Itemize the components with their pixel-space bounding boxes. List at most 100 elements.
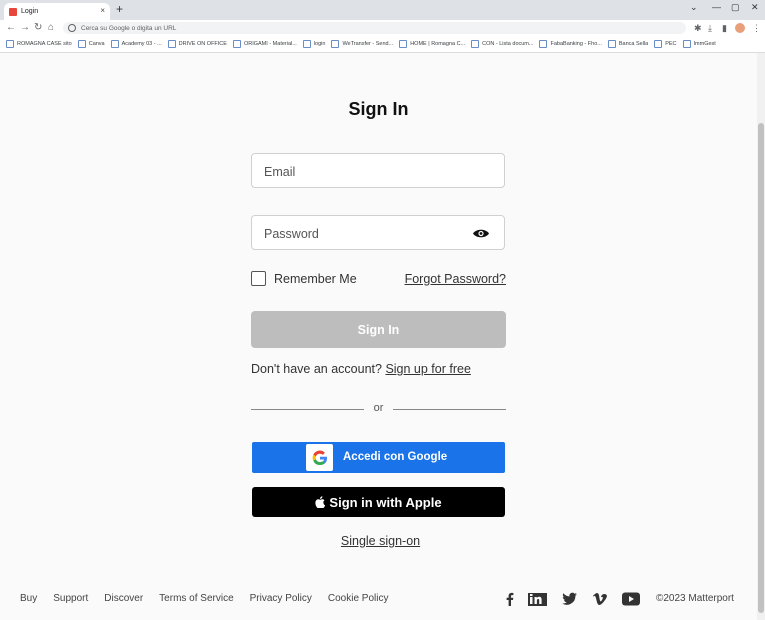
forgot-password-link[interactable]: Forgot Password? (405, 272, 506, 286)
footer-link-support[interactable]: Support (53, 593, 88, 604)
single-sign-on-link[interactable]: Single sign-on (0, 534, 761, 548)
google-search-icon (68, 24, 76, 32)
password-field[interactable]: Password (251, 215, 505, 250)
bookmark-label: ROMAGNA CASE sito (17, 41, 72, 47)
bookmark-label: Banca Sella (618, 41, 649, 47)
facebook-icon[interactable] (505, 591, 514, 607)
bookmark-label: CON - Lista docum... (482, 41, 534, 47)
footer-link-privacy[interactable]: Privacy Policy (250, 593, 312, 604)
close-window-icon[interactable]: ✕ (751, 2, 759, 13)
bookmark-item[interactable]: PEC (654, 40, 677, 48)
footer-links: Buy Support Discover Terms of Service Pr… (20, 593, 404, 604)
address-bar-row: ← → ↻ ⌂ Cerca su Google o digita un URL … (0, 20, 765, 36)
minimize-icon[interactable]: — (712, 2, 721, 12)
bookmark-item[interactable]: ImmGest (682, 40, 716, 48)
bookmark-icon (110, 40, 119, 48)
bookmark-item[interactable]: login (302, 40, 326, 48)
email-placeholder: Email (264, 165, 296, 179)
tab-favicon-icon (9, 7, 17, 16)
google-logo-icon (306, 444, 333, 471)
bookmark-icon (682, 40, 691, 48)
sign-in-button[interactable]: Sign In (251, 311, 506, 348)
bookmark-icon (654, 40, 663, 48)
sign-up-link[interactable]: Sign up for free (385, 362, 470, 376)
bookmark-icon (471, 40, 480, 48)
bookmark-item[interactable]: WeTransfer - Send... (331, 40, 393, 48)
footer-link-buy[interactable]: Buy (20, 593, 37, 604)
linkedin-icon[interactable] (528, 591, 547, 607)
youtube-icon[interactable] (622, 591, 640, 607)
apple-button-label: Sign in with Apple (329, 494, 442, 510)
bookmark-icon (6, 40, 14, 48)
tab-title: Login (21, 8, 39, 15)
bookmark-label: login (313, 41, 326, 47)
no-account-label: Don't have an account? (251, 362, 382, 376)
profile-avatar[interactable] (735, 23, 745, 33)
bookmark-item[interactable]: FabaBanking - Fho... (539, 40, 602, 48)
close-tab-icon[interactable]: × (100, 6, 105, 15)
bookmarks-bar: ROMAGNA CASE sito Canva Academy 03 - ... DR… (0, 36, 765, 53)
reload-icon[interactable]: ↻ (34, 22, 42, 33)
bookmark-item[interactable]: Academy 03 - ... (110, 40, 162, 48)
vimeo-icon[interactable] (593, 591, 607, 607)
email-field[interactable]: Email (251, 153, 505, 188)
remember-me[interactable]: Remember Me (251, 271, 357, 286)
apple-sign-in-button[interactable]: Sign in with Apple (252, 487, 505, 517)
twitter-icon[interactable] (562, 591, 577, 607)
bookmark-label: Canva (88, 41, 105, 47)
bookmark-label: ORIGAMI - Material... (243, 41, 297, 47)
or-label: or (373, 402, 384, 414)
footer-link-discover[interactable]: Discover (104, 593, 143, 604)
download-icon[interactable]: ⤓ (708, 23, 712, 34)
bookmark-label: ImmGest (693, 41, 716, 47)
bookmark-label: PEC (665, 41, 677, 47)
divider-line-right (393, 409, 506, 410)
omnibox[interactable]: Cerca su Google o digita un URL (63, 22, 686, 34)
page-title: Sign In (348, 99, 409, 119)
bookmark-label: DRIVE ON OFFICE (178, 41, 227, 47)
bookmark-label: FabaBanking - Fho... (550, 41, 602, 47)
bookmark-item[interactable]: ORIGAMI - Material... (232, 40, 297, 48)
login-page: Sign In Email Password Remember Me Forgo… (0, 53, 757, 620)
browser-tab[interactable]: Login × (4, 3, 110, 20)
footer-link-terms[interactable]: Terms of Service (159, 593, 233, 604)
remember-me-checkbox[interactable] (251, 271, 266, 286)
bookmark-icon (167, 40, 176, 48)
back-icon[interactable]: ← (6, 22, 16, 33)
bookmark-item[interactable]: CON - Lista docum... (471, 40, 533, 48)
bookmark-icon (607, 40, 616, 48)
bookmark-item[interactable]: Canva (77, 40, 105, 48)
tab-search-icon[interactable]: ⌄ (690, 2, 698, 13)
google-button-label: Accedi con Google (343, 451, 448, 463)
apple-logo-icon (315, 496, 326, 508)
bookmark-icon (399, 40, 408, 48)
bookmark-item[interactable]: Banca Sella (607, 40, 649, 48)
password-placeholder: Password (264, 227, 319, 241)
maximize-icon[interactable]: ▢ (731, 2, 740, 13)
bookmark-icon (232, 40, 241, 48)
bookmark-icon (539, 40, 548, 48)
bookmark-item[interactable]: DRIVE ON OFFICE (167, 40, 227, 48)
menu-icon[interactable]: ⋮ (752, 23, 761, 34)
forward-icon[interactable]: → (20, 22, 30, 33)
footer-link-cookies[interactable]: Cookie Policy (328, 593, 389, 604)
bookmark-label: Academy 03 - ... (121, 41, 162, 47)
home-icon[interactable]: ⌂ (48, 22, 54, 33)
scrollbar-thumb[interactable] (758, 123, 764, 613)
browser-tab-strip: Login × + ⌄ — ▢ ✕ (0, 0, 765, 20)
no-account-text: Don't have an account? Sign up for free (251, 362, 471, 376)
copyright-text: ©2023 Matterport (656, 593, 734, 604)
bookmark-item[interactable]: ROMAGNA CASE sito (6, 40, 72, 48)
extensions-icon[interactable]: ✱ (694, 23, 702, 34)
page-scrollbar[interactable] (757, 53, 765, 620)
bookmark-icon (302, 40, 311, 48)
bookmark-label: HOME | Romagna C... (410, 41, 466, 47)
google-sign-in-button[interactable]: Accedi con Google (252, 442, 505, 473)
side-panel-icon[interactable]: ▮ (722, 23, 727, 34)
show-password-icon[interactable] (472, 228, 490, 239)
bookmark-icon (77, 40, 86, 48)
new-tab-button[interactable]: + (116, 2, 123, 16)
bookmark-item[interactable]: HOME | Romagna C... (399, 40, 465, 48)
omnibox-placeholder: Cerca su Google o digita un URL (81, 24, 177, 32)
remember-me-label: Remember Me (274, 271, 357, 286)
